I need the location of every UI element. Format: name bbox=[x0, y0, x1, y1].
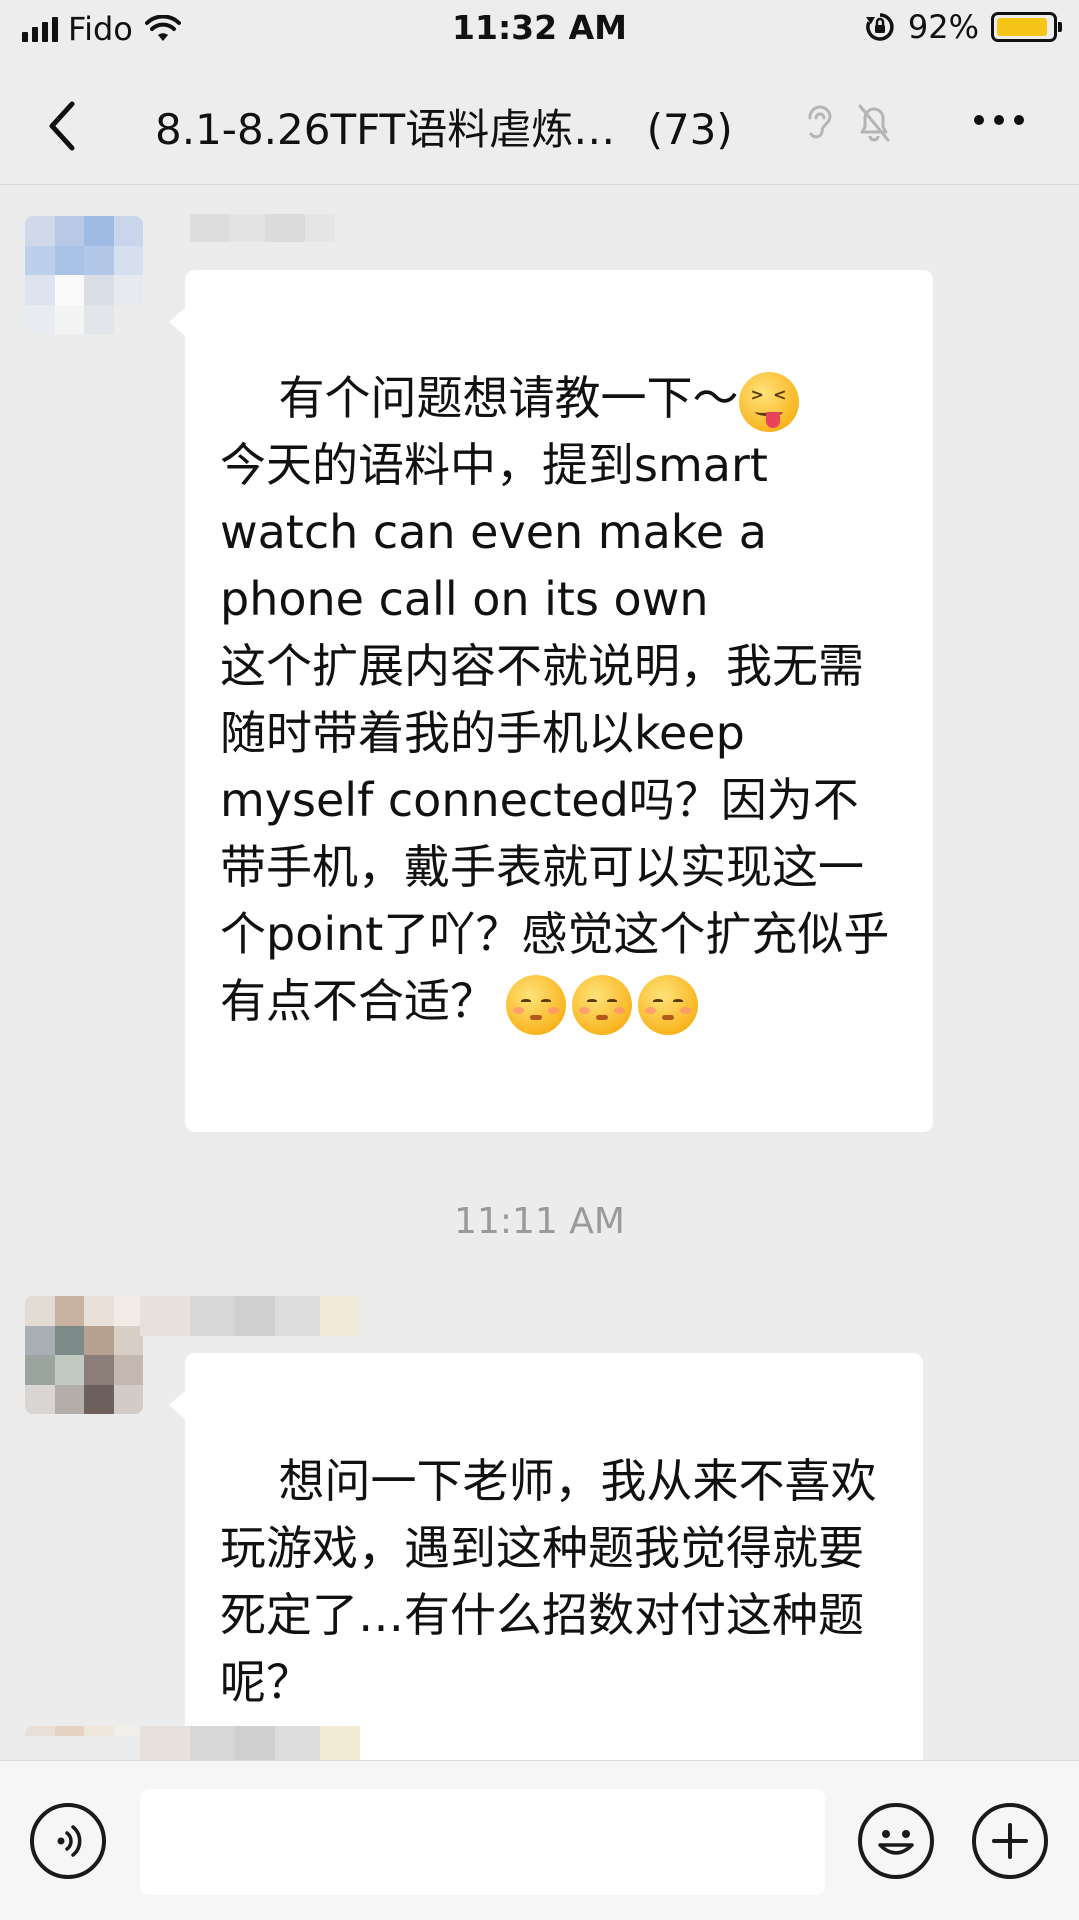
emoji-group bbox=[506, 974, 698, 1035]
message-list[interactable]: 有个问题想请教一下～ > < 今天的语料中，提到smart watch can ev… bbox=[0, 186, 1079, 1760]
plus-button[interactable] bbox=[972, 1803, 1048, 1879]
ear-icon bbox=[808, 105, 832, 139]
title-status-icons bbox=[802, 100, 894, 144]
status-bar: Fido 11:32 AM 92% bbox=[0, 0, 1079, 60]
avatar[interactable] bbox=[25, 1726, 143, 1760]
battery-fill bbox=[997, 18, 1047, 36]
status-right: 92% bbox=[864, 8, 1062, 46]
message-input[interactable] bbox=[140, 1789, 825, 1895]
sender-name-blurred bbox=[190, 214, 335, 242]
rotation-lock-icon bbox=[865, 13, 894, 41]
more-icon[interactable] bbox=[969, 100, 1029, 140]
emoji-icon bbox=[878, 1830, 914, 1855]
avatar[interactable] bbox=[25, 1296, 143, 1414]
battery-icon bbox=[991, 12, 1062, 42]
sender-name-blurred bbox=[140, 1296, 360, 1336]
emoji-button[interactable] bbox=[858, 1803, 934, 1879]
message-text: 有个问题想请教一下～ bbox=[278, 371, 739, 425]
group-name: 8.1-8.26TFT语料虐炼… bbox=[155, 105, 616, 154]
voice-icon bbox=[57, 1825, 82, 1857]
chat-header: 8.1-8.26TFT语料虐炼… (73) bbox=[0, 60, 1079, 185]
message-bubble[interactable]: 想问一下老师，我从来不喜欢玩游戏，遇到这种题我觉得就要死定了…有什么招数对付这种… bbox=[169, 1353, 923, 1760]
sender-name-blurred bbox=[140, 1726, 360, 1760]
message-timestamp: 11:11 AM bbox=[454, 1201, 625, 1242]
voice-button[interactable] bbox=[30, 1803, 106, 1879]
blushing-emoji bbox=[638, 974, 698, 1035]
member-count: (73) bbox=[646, 105, 733, 154]
chat-title[interactable]: 8.1-8.26TFT语料虐炼… (73) bbox=[155, 96, 733, 157]
mute-bell-icon bbox=[858, 104, 890, 142]
blushing-emoji bbox=[506, 974, 566, 1035]
plus-icon bbox=[992, 1823, 1028, 1859]
message-bubble[interactable]: 有个问题想请教一下～ > < 今天的语料中，提到smart watch can ev… bbox=[169, 270, 933, 1132]
message-text-body: 今天的语料中，提到smart watch can even make a pho… bbox=[220, 438, 890, 1028]
battery-percent: 92% bbox=[907, 8, 979, 46]
back-icon[interactable] bbox=[38, 96, 88, 156]
message-text: 想问一下老师，我从来不喜欢玩游戏，遇到这种题我觉得就要死定了…有什么招数对付这种… bbox=[220, 1454, 877, 1709]
avatar[interactable] bbox=[25, 216, 143, 334]
input-bar bbox=[0, 1760, 1079, 1920]
blushing-emoji bbox=[572, 974, 632, 1035]
squinting-tongue-emoji: > < bbox=[738, 371, 799, 432]
